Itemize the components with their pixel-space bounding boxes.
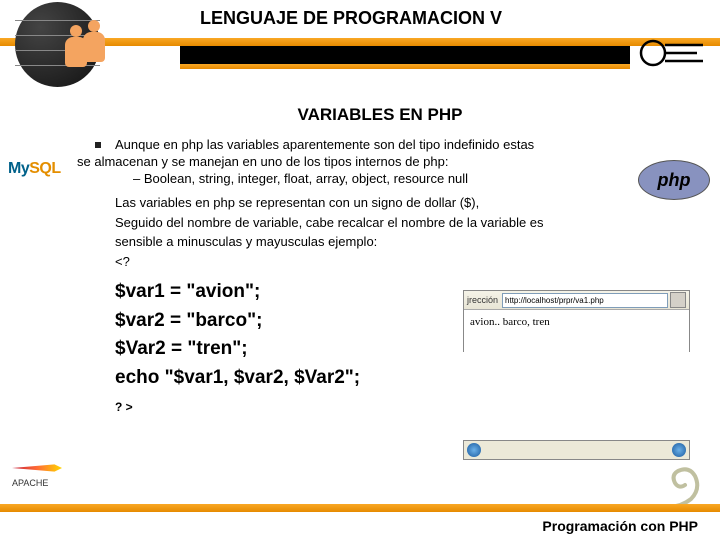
address-label: jrección xyxy=(467,295,498,305)
go-icon[interactable] xyxy=(670,292,686,308)
wing-icon xyxy=(635,35,705,70)
slide-content: VARIABLES EN PHP Aunque en php las varia… xyxy=(0,95,720,414)
browser-window: jrección http://localhost/prpr/va1.php a… xyxy=(463,290,690,352)
paragraph-line: Seguido del nombre de variable, cabe rec… xyxy=(115,214,665,232)
globe-people-icon xyxy=(15,2,175,92)
zone-icon xyxy=(672,443,686,457)
feather-icon xyxy=(12,459,62,477)
slide-header: LENGUAJE DE PROGRAMACION V xyxy=(0,0,720,95)
content-title: VARIABLES EN PHP xyxy=(95,105,665,125)
browser-toolbar: jrección http://localhost/prpr/va1.php xyxy=(464,291,689,310)
paragraph-line: sensible a minusculas y mayusculas ejemp… xyxy=(115,233,665,251)
bullet-text: Aunque en php las variables aparentement… xyxy=(115,137,534,152)
code-line: echo "$var1, $var2, $Var2"; xyxy=(115,364,665,393)
apache-logo: APACHE xyxy=(12,459,62,488)
bullet-icon xyxy=(95,142,101,148)
divider-orange-2 xyxy=(180,64,630,69)
ie-icon xyxy=(467,443,481,457)
sub-bullet-text: – Boolean, string, integer, float, array… xyxy=(133,171,665,186)
code-close-tag: ? > xyxy=(115,400,665,414)
address-field[interactable]: http://localhost/prpr/va1.php xyxy=(502,293,668,308)
divider-black xyxy=(180,46,630,64)
bullet-text-cont: se almacenan y se manejan en uno de los … xyxy=(77,154,665,169)
footer-text: Programación con PHP xyxy=(542,518,698,534)
bullet-item: Aunque en php las variables aparentement… xyxy=(95,137,665,152)
divider-orange-bottom xyxy=(0,504,720,512)
paragraph-line: Las variables en php se representan con … xyxy=(115,194,665,212)
code-open-tag: <? xyxy=(115,253,665,271)
main-title: LENGUAJE DE PROGRAMACION V xyxy=(200,8,502,29)
browser-output: avion.. barco, tren xyxy=(464,310,689,352)
browser-statusbar xyxy=(463,440,690,460)
